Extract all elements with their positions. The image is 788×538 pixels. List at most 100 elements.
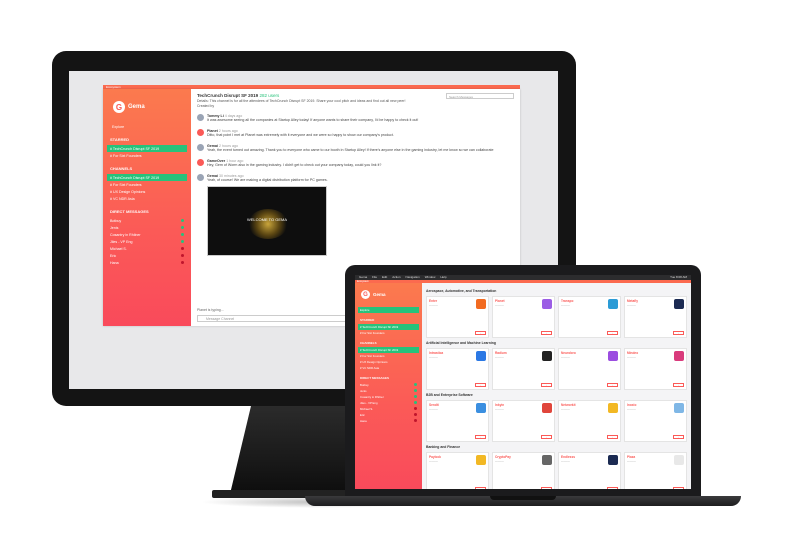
macbook-workspace-header[interactable]: G Gema — [361, 290, 419, 299]
view-button[interactable]: › — [541, 435, 552, 439]
company-card[interactable]: Endlesss▬▬▬▬› — [558, 452, 621, 489]
sidebar-item-channel[interactable]: # UX Design Opinions — [107, 188, 187, 195]
avatar[interactable] — [197, 129, 204, 136]
company-logo-icon — [476, 455, 486, 465]
message-text: It was awesome seeing all the companies … — [207, 118, 419, 122]
image-attachment[interactable]: WELCOME TO GEMA — [207, 186, 327, 256]
company-card[interactable]: Transpo ▬▬▬▬ › — [558, 296, 621, 338]
company-card[interactable]: Metafly ▬▬▬▬ › — [624, 296, 687, 338]
starred-header: STARRED — [110, 137, 130, 142]
company-description: ▬▬▬▬ — [561, 461, 570, 463]
company-card[interactable]: Neurobeo ▬▬▬▬ › — [558, 348, 621, 390]
macbook-sidebar: G Gema Explore STARRED # TechCrunch Disr… — [355, 283, 422, 489]
sidebar-item-dm[interactable]: Botbuy — [107, 217, 187, 224]
category-title: Aerospace, Automotive, and Transportatio… — [426, 289, 497, 293]
macbook-starred-item-label: # TechCrunch Disrupt SF 2019 — [360, 325, 399, 329]
category-title: B2B and Enterprise Software — [426, 393, 473, 397]
explore-label: Explore — [112, 124, 125, 129]
company-card[interactable]: CryptoPay▬▬▬▬› — [492, 452, 555, 489]
attachment-glow — [248, 209, 288, 239]
view-button[interactable]: › — [607, 383, 618, 387]
sidebar-item-dm[interactable]: Cosantry in Rhilner — [107, 231, 187, 238]
macbook-explore-label: Explore — [360, 308, 370, 312]
company-description: ▬▬▬▬ — [627, 409, 636, 411]
macbook-dm-item-label: Eric — [360, 413, 365, 417]
view-button[interactable]: › — [607, 435, 618, 439]
view-button[interactable]: › — [673, 331, 684, 335]
sidebar-item-dm[interactable]: Jenis — [107, 224, 187, 231]
company-card[interactable]: Intrastica ▬▬▬▬ › — [426, 348, 489, 390]
view-button[interactable]: › — [475, 487, 486, 489]
company-description: ▬▬▬▬ — [627, 357, 636, 359]
sidebar-item-starred[interactable]: # For Sixt Founders — [107, 152, 187, 159]
sidebar-item-starred[interactable]: # TechCrunch Disrupt SF 2019 — [107, 145, 187, 152]
company-logo-icon — [476, 403, 486, 413]
sidebar-item-dm-label: Hana — [110, 260, 119, 265]
company-description: ▬▬▬▬ — [429, 409, 438, 411]
macbook-dm-item[interactable]: Hana — [358, 418, 419, 424]
view-button[interactable]: › — [607, 331, 618, 335]
macbook-dm-item-label: Jiles - VP Eng — [360, 401, 378, 405]
status-dot-icon — [414, 383, 417, 386]
company-card[interactable]: Inoxio ▬▬▬▬ › — [624, 400, 687, 442]
sidebar-item-dm[interactable]: Michael S. — [107, 245, 187, 252]
view-button[interactable]: › — [541, 331, 552, 335]
company-card[interactable]: Planet ▬▬▬▬ › — [492, 296, 555, 338]
sidebar-item-channel[interactable]: # TechCrunch Disrupt SF 2019 — [107, 174, 187, 181]
avatar[interactable] — [197, 159, 204, 166]
company-description: ▬▬▬▬ — [429, 357, 438, 359]
company-logo-icon — [542, 455, 552, 465]
explore-directory: Aerospace, Automotive, and Transportatio… — [422, 283, 691, 489]
attachment-title: WELCOME TO GEMA — [246, 217, 288, 222]
message: Gemai 30 minutes ago Yeah, of course! We … — [197, 174, 514, 183]
sidebar-item-channel[interactable]: # VC NDR Asia — [107, 195, 187, 202]
view-button[interactable]: › — [475, 331, 486, 335]
macbook-dm-item-label: Hana — [360, 419, 367, 423]
explore-link[interactable]: Explore — [109, 123, 187, 130]
macbook-starred-item[interactable]: # For Sixt Founders — [358, 330, 419, 336]
status-dot-icon — [181, 253, 184, 257]
view-button[interactable]: › — [673, 487, 684, 489]
direct-messages-header: DIRECT MESSAGES — [110, 209, 149, 214]
company-card[interactable]: Plaza▬▬▬▬› — [624, 452, 687, 489]
view-button[interactable]: › — [541, 383, 552, 387]
company-card[interactable]: Paylock▬▬▬▬› — [426, 452, 489, 489]
avatar[interactable] — [197, 144, 204, 151]
view-button[interactable]: › — [475, 383, 486, 387]
macbook-channel-item-label: # VC NDR Asia — [360, 366, 380, 370]
view-button[interactable]: › — [607, 487, 618, 489]
sidebar-item-channel[interactable]: # For Sixt Founders — [107, 181, 187, 188]
view-button[interactable]: › — [475, 435, 486, 439]
sidebar-item-dm[interactable]: Hana — [107, 259, 187, 266]
status-dot-icon — [414, 395, 417, 398]
typing-indicator: Planet is typing... — [197, 308, 224, 312]
macbook-channel-item[interactable]: # VC NDR Asia — [358, 365, 419, 371]
company-card[interactable]: Sendit ▬▬▬▬ › — [426, 400, 489, 442]
sidebar-item-starred-label: # TechCrunch Disrupt SF 2019 — [110, 146, 160, 151]
company-logo-icon — [608, 299, 618, 309]
workspace-header[interactable]: G Gema — [113, 101, 187, 113]
avatar[interactable] — [197, 114, 204, 121]
message: GameOver 1 hour ago Hey, Gem of Worm also… — [197, 159, 514, 168]
company-card[interactable]: Inkyin ▬▬▬▬ › — [492, 400, 555, 442]
company-logo-icon — [608, 455, 618, 465]
channel-list: # TechCrunch Disrupt SF 2019 # For Sixt F… — [107, 174, 187, 202]
macbook-channel-list: # TechCrunch Disrupt SF 2019 # For Sixt F… — [358, 347, 419, 371]
sidebar-item-dm[interactable]: Jiles - VP Eng — [107, 238, 187, 245]
company-card[interactable]: Enter ▬▬▬▬ › — [426, 296, 489, 338]
sidebar-item-dm[interactable]: Eric — [107, 252, 187, 259]
status-dot-icon — [181, 218, 184, 222]
company-card[interactable]: Mindeo ▬▬▬▬ › — [624, 348, 687, 390]
company-card[interactable]: Radium ▬▬▬▬ › — [492, 348, 555, 390]
search-input[interactable]: Search Messages — [446, 93, 514, 99]
company-logo-icon — [674, 403, 684, 413]
avatar[interactable] — [197, 174, 204, 181]
view-button[interactable]: › — [541, 487, 552, 489]
company-card[interactable]: Networkit ▬▬▬▬ › — [558, 400, 621, 442]
explore-link-active[interactable]: Explore — [358, 307, 419, 313]
macbook-dm-list: Botbuy Jenis Cosantry in Rhilner Jiles - VP… — [358, 382, 419, 424]
view-button[interactable]: › — [673, 435, 684, 439]
status-dot-icon — [181, 239, 184, 243]
explore-app-window: G Gema Explore STARRED # TechCrunch Disr… — [355, 283, 691, 489]
view-button[interactable]: › — [673, 383, 684, 387]
